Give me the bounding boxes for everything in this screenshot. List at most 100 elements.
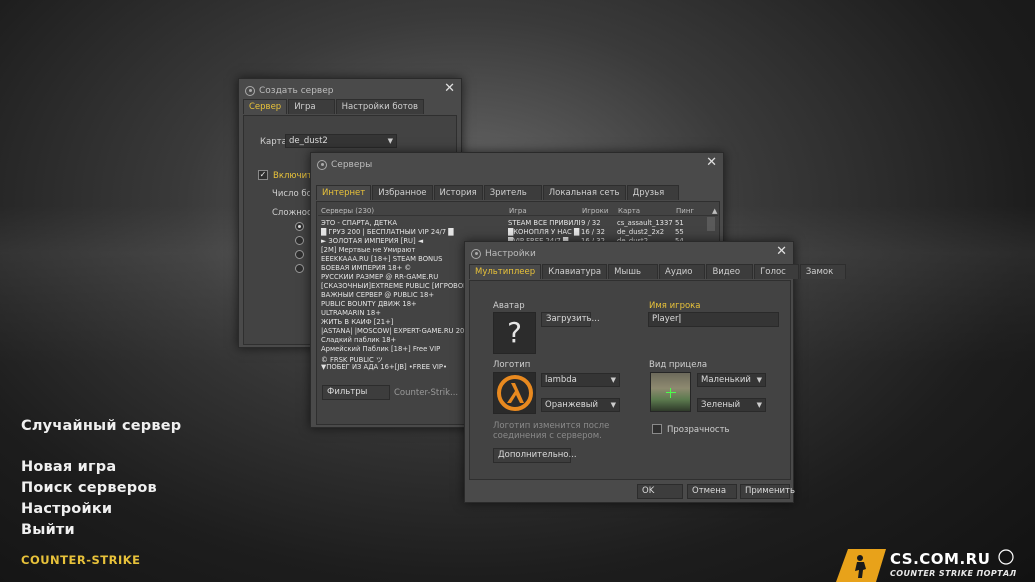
player-name-value: Player [652, 314, 679, 324]
window-title-text: Настройки [485, 249, 536, 259]
lambda-logo-image [493, 372, 536, 414]
tab-game[interactable]: Игра [288, 99, 335, 114]
column-players[interactable]: Игроки [582, 207, 608, 215]
tab-favorites[interactable]: Избранное [372, 185, 433, 200]
upload-avatar-button[interactable]: Загрузить... [541, 312, 600, 327]
menu-new-game[interactable]: Новая игра [21, 459, 116, 475]
advanced-button[interactable]: Дополнительно... [493, 448, 577, 463]
ok-button[interactable]: OK [637, 484, 683, 499]
tab-audio[interactable]: Аудио [659, 264, 706, 279]
advanced-button-label: Дополнительно... [498, 450, 577, 460]
map-select[interactable]: de_dust2 ▼ [285, 134, 397, 148]
server-ping-cell: 55 [675, 228, 684, 236]
logo-color-value: Оранжевый [545, 400, 598, 410]
difficulty-radio-1[interactable] [295, 222, 304, 231]
avatar-placeholder: ? [507, 316, 522, 349]
difficulty-radio-4[interactable] [295, 264, 304, 273]
tab-internet[interactable]: Интернет [316, 185, 372, 200]
logo-note: Логотип изменится после соединения с сер… [493, 421, 610, 441]
transparent-label: Прозрачность [667, 425, 730, 435]
steam-icon [317, 160, 327, 170]
game-filter-text: Counter-Strik... [394, 388, 459, 398]
site-name: CS.COM.RU [890, 550, 991, 568]
menu-settings[interactable]: Настройки [21, 501, 112, 517]
tab-mouse[interactable]: Мышь [608, 264, 658, 279]
logo-color-select[interactable]: Оранжевый ▼ [541, 398, 620, 412]
close-icon[interactable]: ✕ [444, 82, 455, 96]
map-select-value: de_dust2 [289, 136, 328, 146]
server-row[interactable]: ЭТО - СПАРТА, ДЕТКА STEAM ВСЕ ПРИВИЛЕ...9… [321, 219, 719, 228]
column-game[interactable]: Игра [509, 207, 527, 215]
cancel-button[interactable]: Отмена [687, 484, 737, 499]
steam-icon [471, 249, 481, 259]
window-title: Серверы [317, 158, 372, 172]
column-ping[interactable]: Пинг [676, 207, 694, 215]
window-title: Создать сервер [245, 84, 333, 98]
chevron-down-icon: ▼ [387, 137, 393, 145]
server-game-cell: █КОНОПЛЯ У НАС █ [508, 228, 580, 236]
server-ping-cell: 51 [675, 219, 684, 227]
apply-button-label: Применить [745, 486, 795, 496]
tab-multiplayer[interactable]: Мультиплеер [469, 264, 542, 279]
player-name-label: Имя игрока [649, 301, 701, 311]
scrollbar[interactable] [707, 217, 715, 231]
tab-server[interactable]: Сервер [243, 99, 288, 114]
menu-random-server[interactable]: Случайный сервер [21, 418, 181, 434]
chevron-down-icon: ▼ [610, 376, 616, 384]
transparent-checkbox[interactable] [652, 424, 662, 434]
logo-label: Логотип [493, 360, 531, 370]
server-name-cell: █ ГРУЗ 200 | БЕСПЛАТНЫЙ VIP 24/7 █ [321, 228, 454, 236]
column-map[interactable]: Карта [618, 207, 640, 215]
crosshair-color-value: Зеленый [701, 400, 741, 410]
server-players-cell: 16 / 32 [581, 228, 605, 236]
crosshair-icon-h [666, 392, 676, 393]
difficulty-radio-2[interactable] [295, 236, 304, 245]
tab-friends[interactable]: Друзья [626, 185, 680, 200]
crosshair-size-select[interactable]: Маленький ▼ [697, 373, 766, 387]
chevron-down-icon: ▼ [610, 401, 616, 409]
tab-bot-settings[interactable]: Настройки ботов [335, 99, 424, 114]
window-title: Настройки [471, 247, 536, 261]
logo-select-value: lambda [545, 375, 577, 385]
tab-voice[interactable]: Голос [754, 264, 799, 279]
server-row[interactable]: █ ГРУЗ 200 | БЕСПЛАТНЫЙ VIP 24/7 █ █КОНОП… [321, 228, 719, 237]
menu-find-servers[interactable]: Поиск серверов [21, 480, 157, 496]
multiplayer-panel: Аватар ? Загрузить... Имя игрока Player|… [469, 280, 791, 480]
crosshair-color-select[interactable]: Зеленый ▼ [697, 398, 766, 412]
server-name-cell: ЭТО - СПАРТА, ДЕТКА [321, 219, 397, 227]
close-icon[interactable]: ✕ [776, 245, 787, 259]
logo-select[interactable]: lambda ▼ [541, 373, 620, 387]
sort-up-icon[interactable]: ▲ [712, 207, 717, 215]
crosshair-icon [670, 388, 671, 398]
tab-video[interactable]: Видео [706, 264, 754, 279]
server-players-cell: 9 / 32 [581, 219, 601, 227]
close-icon[interactable]: ✕ [706, 156, 717, 170]
tab-lock[interactable]: Замок [799, 264, 847, 279]
tab-keyboard[interactable]: Клавиатура [542, 264, 608, 279]
chevron-down-icon: ▼ [756, 376, 762, 384]
difficulty-radio-3[interactable] [295, 250, 304, 259]
tab-history[interactable]: История [433, 185, 483, 200]
site-subtitle: COUNTER STRIKE ПОРТАЛ [890, 569, 1017, 578]
window-title-text: Создать сервер [259, 86, 334, 96]
settings-window: Настройки ✕ Мультиплеер Клавиатура Мышь … [464, 241, 847, 503]
enable-bots-checkbox[interactable]: ✓ [258, 170, 268, 180]
crosshair-size-value: Маленький [701, 375, 751, 385]
crosshair-preview [650, 372, 691, 412]
ok-button-label: OK [642, 486, 655, 496]
server-map-cell: cs_assault_1337 [617, 219, 673, 227]
steam-icon [245, 86, 255, 96]
server-game-cell: STEAM ВСЕ ПРИВИЛЕ... [508, 219, 580, 227]
filters-button-label: Фильтры [327, 387, 368, 397]
counter-strike-logo: COUNTER-STRIKE [21, 553, 141, 567]
filters-button[interactable]: Фильтры [322, 385, 390, 400]
map-label: Карта [260, 137, 287, 147]
apply-button[interactable]: Применить [740, 484, 795, 499]
avatar-label: Аватар [493, 301, 525, 311]
tab-lan[interactable]: Локальная сеть [542, 185, 626, 200]
column-servers[interactable]: Серверы (230) [321, 207, 374, 215]
window-title-text: Серверы [331, 160, 373, 170]
menu-quit[interactable]: Выйти [21, 522, 75, 538]
tab-spectate[interactable]: Зритель [483, 185, 542, 200]
player-name-input[interactable]: Player| [648, 312, 779, 327]
